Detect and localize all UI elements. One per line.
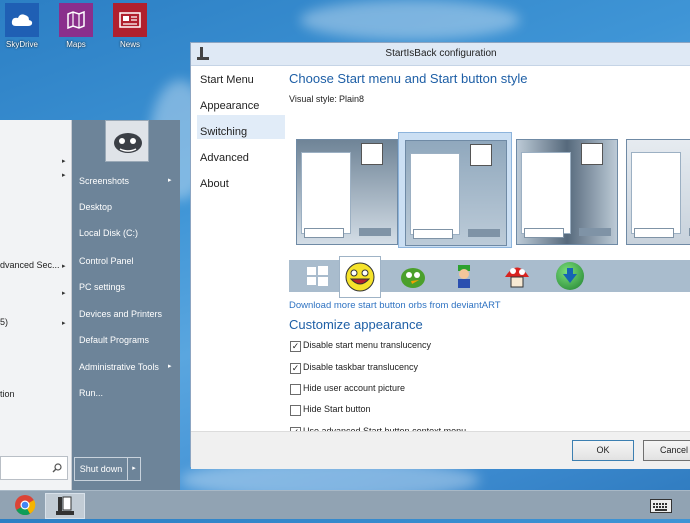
taskbar-startisback-button[interactable]	[45, 493, 85, 519]
user-account-picture[interactable]	[105, 120, 149, 162]
maps-icon	[59, 3, 93, 37]
chevron-right-icon: ▸	[62, 320, 66, 327]
angry-bird-orb[interactable]	[399, 262, 427, 290]
dialog-nav: Start Menu Appearance Switching Advanced…	[191, 66, 289, 430]
start-menu-item-screenshots[interactable]: Screenshots	[79, 176, 129, 186]
avatar-icon	[470, 144, 492, 166]
start-menu-program-item[interactable]: tion	[0, 389, 70, 407]
checkbox-label: Hide Start button	[303, 404, 371, 414]
start-menu-item-control-panel[interactable]: Control Panel	[79, 256, 134, 266]
dialog-content: Choose Start menu and Start button style…	[289, 66, 690, 438]
visual-style-value: Plain8	[339, 94, 365, 104]
dialog-title: StartIsBack configuration	[385, 48, 497, 59]
start-menu-item-default-programs[interactable]: Default Programs	[79, 335, 149, 345]
checkbox[interactable]: ✓	[290, 341, 301, 352]
heading-style: Choose Start menu and Start button style	[289, 71, 528, 86]
keyboard-icon[interactable]	[650, 499, 672, 513]
desktop-icon-maps[interactable]: Maps	[48, 3, 104, 49]
checkbox-label: Disable start menu translucency	[303, 340, 432, 350]
avatar-icon	[581, 143, 603, 165]
desktop-icon-news[interactable]: News	[102, 3, 158, 49]
cloud-icon	[5, 3, 39, 37]
style-preview-3[interactable]	[516, 139, 620, 249]
start-menu-program-item[interactable]	[0, 168, 70, 186]
news-icon	[113, 3, 147, 37]
visual-style-label: Visual style:	[289, 94, 337, 104]
chevron-right-icon: ▸	[62, 290, 66, 297]
nav-item-advanced[interactable]: Advanced	[200, 152, 249, 164]
chrome-icon	[15, 495, 36, 516]
nav-item-switching[interactable]: Switching	[200, 126, 247, 138]
shutdown-button[interactable]: Shut down	[74, 457, 128, 481]
start-orb-selector	[289, 256, 690, 298]
style-preview-2-selected[interactable]	[398, 132, 512, 248]
start-menu-program-item[interactable]	[0, 288, 70, 306]
avatar-icon	[106, 121, 148, 161]
chevron-right-icon: ▸	[168, 363, 172, 370]
start-menu-item-run[interactable]: Run...	[79, 388, 103, 398]
style-preview-1[interactable]	[296, 139, 400, 249]
taskbar	[0, 490, 690, 519]
dialog-titlebar[interactable]: StartIsBack configuration	[191, 43, 690, 66]
shutdown-options-button[interactable]: ▸	[127, 457, 141, 481]
desktop-icon-label: News	[119, 40, 140, 49]
nav-item-start-menu[interactable]: Start Menu	[200, 74, 254, 86]
checkbox-label: Hide user account picture	[303, 383, 406, 393]
checkbox[interactable]	[290, 405, 301, 416]
checkbox-label: Disable taskbar translucency	[303, 362, 419, 372]
desktop-icon-skydrive[interactable]: SkyDrive	[0, 3, 50, 49]
nav-item-appearance[interactable]: Appearance	[200, 100, 259, 112]
chevron-right-icon: ▸	[132, 465, 136, 472]
start-menu-item-pc-settings[interactable]: PC settings	[79, 282, 125, 292]
start-menu-program-item[interactable]: 5)	[0, 317, 70, 335]
mushroom-orb[interactable]	[503, 262, 531, 290]
start-menu-program-item[interactable]: dvanced Sec...	[0, 260, 70, 278]
desktop-icon-label: Maps	[66, 40, 86, 49]
style-preview-4[interactable]	[626, 139, 690, 249]
taskbar-chrome-button[interactable]	[6, 493, 44, 517]
start-menu-program-list: ▸ ▸ dvanced Sec... ▸ ▸ 5) ▸ tion	[0, 120, 72, 490]
search-icon	[52, 463, 62, 473]
background-cloud	[300, 0, 520, 40]
heading-customize: Customize appearance	[289, 317, 423, 332]
chevron-right-icon: ▸	[62, 263, 66, 270]
avatar-icon	[361, 143, 383, 165]
checkbox[interactable]	[290, 384, 301, 395]
start-menu-search-input[interactable]	[0, 456, 68, 480]
download-orbs-link[interactable]: Download more start button orbs from dev…	[289, 300, 501, 311]
awesome-face-orb[interactable]	[339, 256, 381, 298]
chevron-right-icon: ▸	[62, 158, 66, 165]
luigi-orb[interactable]	[449, 262, 477, 290]
app-icon	[56, 496, 74, 515]
desktop-icon-label: SkyDrive	[5, 40, 38, 49]
cancel-button[interactable]: Cancel	[643, 440, 690, 461]
start-menu-item-administrative-tools[interactable]: Administrative Tools	[79, 362, 159, 372]
ok-button[interactable]: OK	[572, 440, 634, 461]
chevron-right-icon: ▸	[62, 172, 66, 179]
startisback-config-dialog: StartIsBack configuration Start Menu App…	[190, 42, 690, 469]
start-menu-item-desktop[interactable]: Desktop	[79, 202, 112, 212]
start-menu-item-devices-printers[interactable]: Devices and Printers	[79, 309, 162, 319]
checkbox[interactable]: ✓	[290, 363, 301, 374]
nav-item-about[interactable]: About	[200, 178, 229, 190]
chevron-right-icon: ▸	[168, 177, 172, 184]
green-arrow-orb[interactable]	[556, 262, 584, 290]
start-menu-item-local-disk[interactable]: Local Disk (C:)	[79, 228, 138, 238]
dialog-footer: OK Cancel	[191, 431, 690, 469]
start-menu: ▸ ▸ dvanced Sec... ▸ ▸ 5) ▸ tion Screens…	[0, 120, 180, 490]
windows-logo-orb[interactable]	[303, 262, 331, 290]
